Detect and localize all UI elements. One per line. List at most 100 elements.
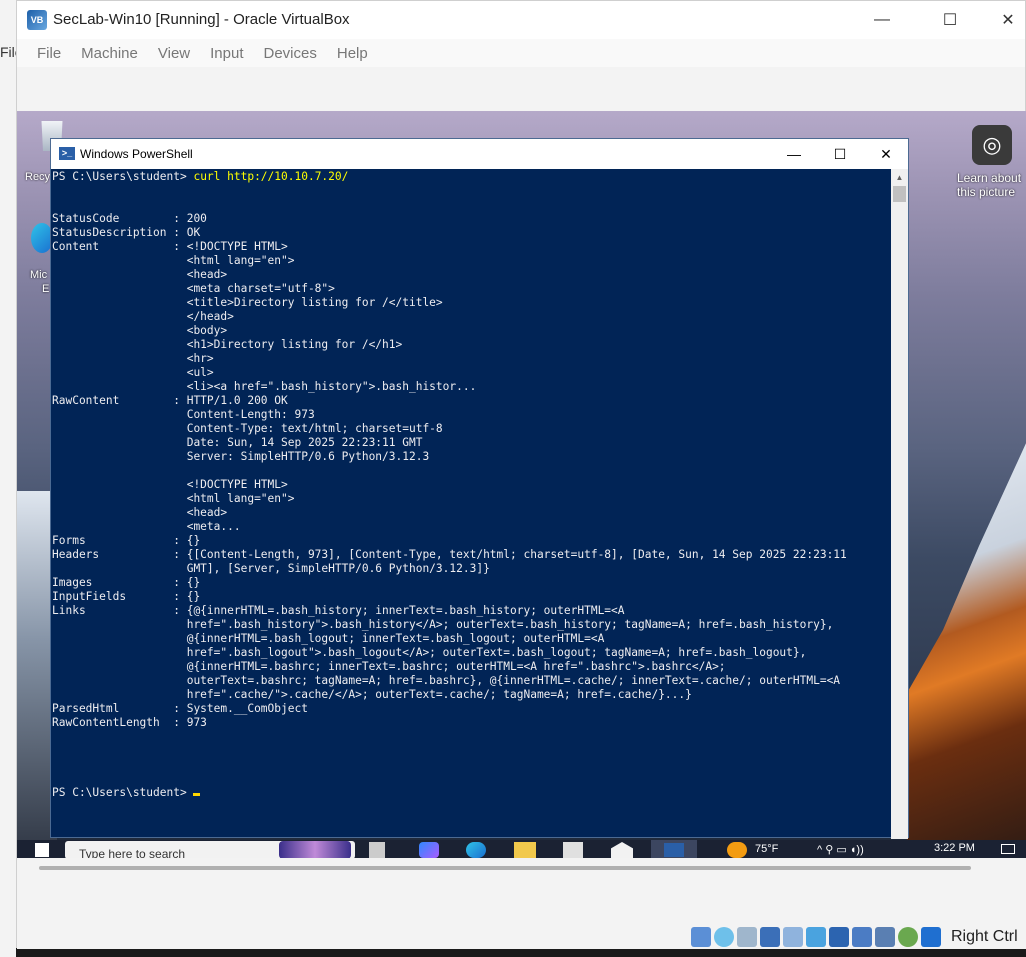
menu-view[interactable]: View	[148, 45, 200, 62]
virtualbox-window: VB SecLab-Win10 [Running] - Oracle Virtu…	[16, 0, 1026, 949]
output-line: <li><a href=".bash_history">.bash_histor…	[52, 380, 477, 393]
output-line: StatusCode : 200	[52, 212, 207, 225]
taskbar-clock[interactable]: 3:22 PM	[934, 842, 975, 854]
optical-drive-icon[interactable]	[714, 927, 734, 947]
powershell-title: Windows PowerShell	[80, 147, 193, 161]
search-highlight-image	[279, 841, 351, 858]
output-line: Server: SimpleHTTP/0.6 Python/3.12.3	[52, 450, 430, 463]
output-line: GMT], [Server, SimpleHTTP/0.6 Python/3.1…	[52, 562, 490, 575]
notification-icon[interactable]	[1001, 844, 1015, 854]
maximize-button[interactable]: ☐	[921, 1, 979, 39]
output-line: <html lang="en">	[52, 254, 295, 267]
output-line: <body>	[52, 324, 228, 337]
ps-close-button[interactable]: ✕	[863, 139, 909, 169]
output-line: outerText=.bashrc; tagName=A; href=.bash…	[52, 674, 841, 687]
file-explorer-icon[interactable]	[514, 842, 536, 858]
windows-taskbar: Type here to search 75°F ^ ⚲ ▭ ◖)) 3:22 …	[17, 840, 1026, 858]
start-icon[interactable]	[35, 843, 49, 857]
text-cursor	[193, 793, 201, 796]
menu-input[interactable]: Input	[200, 45, 253, 62]
task-view-icon[interactable]	[369, 842, 385, 858]
prompt: PS C:\Users\student>	[52, 170, 194, 183]
menu-machine[interactable]: Machine	[71, 45, 148, 62]
ps-minimize-button[interactable]: —	[771, 139, 817, 169]
mouse-integration-icon[interactable]	[921, 927, 941, 947]
output-line: href=".cache/">.cache/</A>; outerText=.c…	[52, 688, 692, 701]
output-line: Content : <!DOCTYPE HTML>	[52, 240, 288, 253]
store-icon[interactable]	[563, 842, 583, 858]
final-prompt: PS C:\Users\student>	[52, 786, 194, 799]
output-line: @{innerHTML=.bash_logout; innerText=.bas…	[52, 632, 605, 645]
edge-taskbar-icon[interactable]	[466, 842, 486, 858]
powershell-taskbar-icon	[664, 843, 684, 857]
output-line: StatusDescription : OK	[52, 226, 201, 239]
command-output: StatusCode : 200 StatusDescription : OK Co…	[52, 184, 890, 786]
vm-display[interactable]: Recy Mic E ◎ Learn about this picture >_…	[17, 111, 1026, 858]
ps-vertical-scrollbar[interactable]: ▲	[891, 169, 908, 839]
weather-temp[interactable]: 75°F	[755, 843, 778, 858]
recycle-bin-label: Recy	[25, 171, 51, 183]
virtualization-icon[interactable]	[875, 927, 895, 947]
powershell-window[interactable]: >_ Windows PowerShell — ☐ ✕ PS C:\Users\…	[50, 138, 909, 839]
output-line: <head>	[52, 268, 228, 281]
output-line: Headers : {[Content-Length, 973], [Conte…	[52, 548, 847, 561]
output-line: <meta charset="utf-8">	[52, 282, 335, 295]
display-icon[interactable]	[829, 927, 849, 947]
output-line: </head>	[52, 310, 234, 323]
recording-icon[interactable]	[852, 927, 872, 947]
guest-additions-icon[interactable]	[898, 927, 918, 947]
camera-icon[interactable]: ◎	[972, 125, 1012, 165]
output-line: <h1>Directory listing for /</h1>	[52, 338, 403, 351]
menu-file[interactable]: File	[27, 45, 71, 62]
shared-folders-icon[interactable]	[806, 927, 826, 947]
scroll-thumb[interactable]	[893, 186, 906, 202]
usb-icon[interactable]	[783, 927, 803, 947]
scroll-up-icon[interactable]: ▲	[891, 169, 908, 186]
powershell-icon: >_	[59, 147, 75, 160]
final-prompt-line: PS C:\Users\student>	[52, 786, 890, 800]
powershell-titlebar[interactable]: >_ Windows PowerShell — ☐ ✕	[51, 139, 908, 169]
output-line: href=".bash_history">.bash_history</A>; …	[52, 618, 834, 631]
maximize-icon: ☐	[833, 145, 847, 162]
copilot-icon[interactable]	[419, 842, 439, 858]
ps-maximize-button[interactable]: ☐	[817, 139, 863, 169]
close-icon: ✕	[1001, 12, 1015, 29]
output-line: Content-Length: 973	[52, 408, 315, 421]
powershell-taskbar-button[interactable]	[651, 840, 697, 858]
output-line: Links : {@{innerHTML=.bash_history; inne…	[52, 604, 625, 617]
minimize-button[interactable]: —	[853, 1, 911, 39]
close-button[interactable]: ✕	[979, 1, 1026, 39]
output-line: Forms : {}	[52, 534, 201, 547]
hard-disk-icon[interactable]	[691, 927, 711, 947]
output-line: <title>Directory listing for /</title>	[52, 296, 443, 309]
minimize-icon: —	[874, 11, 890, 28]
mail-icon[interactable]	[611, 842, 633, 858]
minimize-icon: —	[787, 146, 801, 162]
host-left-strip: File	[0, 0, 16, 957]
output-line: RawContent : HTTP/1.0 200 OK	[52, 394, 288, 407]
menu-devices[interactable]: Devices	[254, 45, 327, 62]
command-text: curl http://10.10.7.20/	[193, 170, 349, 183]
output-line: <meta...	[52, 520, 241, 533]
host-key-label: Right Ctrl	[951, 928, 1018, 945]
output-line: Date: Sun, 14 Sep 2025 22:23:11 GMT	[52, 436, 423, 449]
learn-about-picture-label[interactable]: Learn about this picture	[957, 171, 1026, 199]
command-line: PS C:\Users\student> curl http://10.10.7…	[52, 170, 890, 184]
network-icon[interactable]	[760, 927, 780, 947]
close-icon: ✕	[880, 145, 892, 162]
output-line: Content-Type: text/html; charset=utf-8	[52, 422, 443, 435]
menu-help[interactable]: Help	[327, 45, 378, 62]
powershell-console[interactable]: PS C:\Users\student> curl http://10.10.7…	[51, 169, 891, 839]
edge-label-1: Mic	[30, 269, 48, 281]
output-line: <ul>	[52, 366, 214, 379]
horizontal-scrollbar[interactable]	[39, 866, 971, 870]
output-line: <head>	[52, 506, 228, 519]
tray-icons[interactable]: ^ ⚲ ▭ ◖))	[817, 843, 864, 858]
audio-icon[interactable]	[737, 927, 757, 947]
vbox-titlebar[interactable]: VB SecLab-Win10 [Running] - Oracle Virtu…	[17, 1, 1025, 39]
